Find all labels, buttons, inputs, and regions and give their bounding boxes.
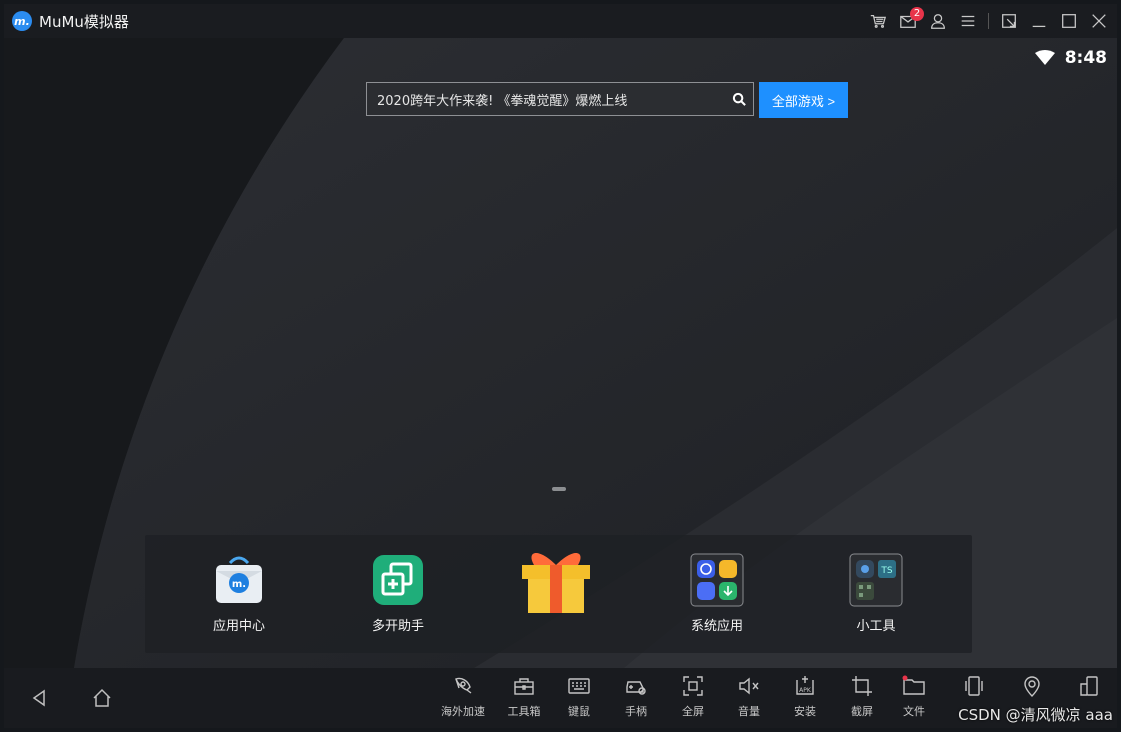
svg-text:m.: m. <box>232 579 246 590</box>
search-icon[interactable] <box>725 85 753 113</box>
user-icon[interactable] <box>926 9 950 33</box>
wifi-icon <box>1034 50 1055 65</box>
tool-multi-window[interactable] <box>1064 674 1114 703</box>
dock-item-gift[interactable] <box>501 545 611 639</box>
apk-install-icon: APK <box>796 676 814 695</box>
csdn-watermark: CSDN @清风微凉 aaa <box>958 706 1113 724</box>
menu-icon[interactable] <box>956 9 980 33</box>
tool-label-volume: 音量 <box>738 705 760 718</box>
tool-overseas-boost[interactable]: 海外加速 <box>438 674 488 719</box>
app-center-icon: m. <box>212 553 266 607</box>
tool-label-fullscreen: 全屏 <box>682 705 704 718</box>
tool-label-files: 文件 <box>903 705 925 718</box>
dock-item-app-center[interactable]: m. 应用中心 <box>184 553 294 634</box>
rotate-icon <box>965 676 983 696</box>
shop-icon[interactable] <box>866 9 890 33</box>
tool-rotate[interactable] <box>949 674 999 703</box>
status-bar: 8:48 <box>1034 48 1107 68</box>
maximize-icon[interactable] <box>1057 9 1081 33</box>
svg-text:TS: TS <box>880 566 892 576</box>
search-bar[interactable]: 2020跨年大作来袭! 《拳魂觉醒》爆燃上线 <box>366 82 754 116</box>
home-icon[interactable] <box>86 682 118 714</box>
dock-label-multi-instance: 多开助手 <box>371 619 424 634</box>
mail-icon[interactable]: 2 <box>896 7 924 33</box>
multi-window-icon <box>1080 676 1098 696</box>
dock-label-system-apps: 系统应用 <box>690 619 743 634</box>
search-input[interactable]: 2020跨年大作来袭! 《拳魂觉醒》爆燃上线 <box>377 90 725 109</box>
tool-label-toolbox: 工具箱 <box>507 705 541 718</box>
tool-fullscreen[interactable]: 全屏 <box>668 674 718 719</box>
all-games-button[interactable]: 全部游戏 > <box>759 82 848 118</box>
app-title: MuMu模拟器 <box>39 12 129 31</box>
android-screen[interactable]: 8:48 2020跨年大作来袭! 《拳魂觉醒》爆燃上线 全部游戏 > m. 应用… <box>4 38 1117 668</box>
fullscreen-icon <box>683 676 703 696</box>
system-apps-folder-icon <box>690 553 744 607</box>
back-icon[interactable] <box>24 682 56 714</box>
folder-icon <box>902 675 925 695</box>
volume-icon <box>739 677 759 695</box>
mumu-logo-icon: m. <box>12 11 32 31</box>
status-time: 8:48 <box>1064 48 1107 68</box>
dock-label-app-center: 应用中心 <box>212 619 265 634</box>
sync-icon[interactable] <box>997 9 1021 33</box>
page-indicator <box>552 487 566 491</box>
emulator-window: m. MuMu模拟器 2 8:48 2020跨年大作来袭! 《拳魂觉醒》爆燃上线… <box>4 4 1117 728</box>
title-separator <box>988 13 989 29</box>
keyboard-icon <box>568 678 590 694</box>
dock-label-tools: 小工具 <box>856 619 896 634</box>
tool-volume[interactable]: 音量 <box>724 674 774 719</box>
tool-location[interactable] <box>1007 674 1057 703</box>
tool-gamepad[interactable]: 手柄 <box>611 674 661 719</box>
toolbox-icon <box>514 678 534 695</box>
tool-toolbox[interactable]: 工具箱 <box>499 674 549 719</box>
svg-text:APK: APK <box>799 687 812 694</box>
rocket-icon <box>455 677 472 694</box>
dock-item-tools[interactable]: TS 小工具 <box>821 553 931 634</box>
tool-label-keyboard-mouse: 键鼠 <box>568 705 590 718</box>
close-icon[interactable] <box>1087 9 1111 33</box>
crop-icon <box>852 676 872 696</box>
mail-badge: 2 <box>910 7 924 21</box>
tool-label-install-apk: 安装 <box>794 705 816 718</box>
dock-item-system-apps[interactable]: 系统应用 <box>662 553 772 634</box>
location-icon <box>1024 676 1040 697</box>
gamepad-icon <box>626 681 646 695</box>
tool-screenshot[interactable]: 截屏 <box>837 674 887 719</box>
app-dock: m. 应用中心 多开助手 系统应用 TS 小工具 <box>145 535 972 653</box>
tool-label-screenshot: 截屏 <box>851 705 873 718</box>
title-bar-controls: 2 <box>860 4 1111 38</box>
bottom-toolbar: 海外加速 工具箱 键鼠 手柄 全屏 音量 APK 安装 截屏 文件 CSDN @… <box>4 668 1117 728</box>
tool-label-overseas-boost: 海外加速 <box>441 705 485 718</box>
tool-keyboard-mouse[interactable]: 键鼠 <box>554 674 604 719</box>
multi-instance-icon <box>371 553 425 607</box>
tool-install-apk[interactable]: APK 安装 <box>780 674 830 719</box>
tool-files[interactable]: 文件 <box>889 674 939 719</box>
dock-item-multi-instance[interactable]: 多开助手 <box>343 553 453 634</box>
tool-label-gamepad: 手柄 <box>625 705 647 718</box>
minimize-icon[interactable] <box>1027 9 1051 33</box>
tools-folder-icon: TS <box>849 553 903 607</box>
title-bar: m. MuMu模拟器 2 <box>4 4 1117 38</box>
gift-icon <box>516 545 596 615</box>
